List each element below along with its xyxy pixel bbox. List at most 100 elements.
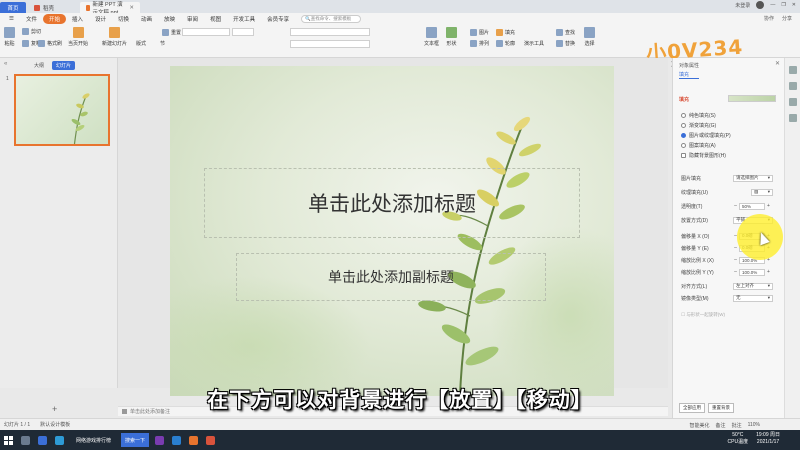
search-icon[interactable]: [21, 435, 30, 445]
star-icon[interactable]: [788, 98, 797, 106]
login-status[interactable]: 未登录: [735, 2, 750, 9]
tab-slides[interactable]: 幻灯片: [52, 61, 76, 70]
backup-icon[interactable]: [788, 114, 797, 122]
windows-start-icon[interactable]: [4, 435, 13, 445]
wps-icon[interactable]: [189, 435, 199, 445]
tab-document[interactable]: 新建 PPT 演示文稿.ppt✕: [80, 2, 140, 16]
zoom-level[interactable]: 110%: [748, 422, 760, 429]
slide-thumbnail[interactable]: [14, 74, 110, 146]
outline-button[interactable]: 轮廓: [496, 40, 515, 47]
menu-member[interactable]: 会员专享: [261, 15, 295, 23]
align-select[interactable]: 左上对齐 ▾: [733, 282, 773, 290]
texture-select[interactable]: ▨ ▾: [751, 188, 773, 196]
tab-home[interactable]: 首页: [0, 2, 26, 13]
menu-transition[interactable]: 切换: [112, 15, 135, 23]
taskbar-app-search[interactable]: 搜索一下: [121, 433, 150, 447]
minus-icon[interactable]: –: [733, 245, 738, 251]
menu-design[interactable]: 设计: [89, 15, 112, 23]
transparency-slider[interactable]: –50% +: [733, 202, 771, 210]
find-button[interactable]: 查找: [556, 29, 575, 36]
close-window-button[interactable]: ✕: [792, 2, 796, 8]
minus-icon[interactable]: –: [733, 269, 738, 275]
scale-y-value[interactable]: 100.0%: [739, 268, 765, 276]
weather[interactable]: 50°C CPU温度: [728, 432, 749, 446]
rotate-with-shape-checkbox[interactable]: ☐ 与形状一起旋转(W): [681, 312, 725, 318]
minimize-button[interactable]: —: [770, 2, 775, 8]
font-name-select[interactable]: [182, 28, 230, 36]
replace-button[interactable]: 替换: [556, 40, 575, 47]
paste-button[interactable]: 粘贴: [4, 27, 15, 47]
radio-picture-fill[interactable]: 图片或纹理填充(P): [681, 132, 731, 139]
menu-view[interactable]: 视图: [204, 15, 227, 23]
menu-file[interactable]: 文件: [20, 15, 43, 23]
scale-y-stepper[interactable]: –100.0% +: [733, 268, 771, 276]
textbox-button[interactable]: 文本框: [424, 27, 439, 47]
select-button[interactable]: 选择: [584, 27, 595, 47]
play-current-button[interactable]: 当页开始: [68, 27, 88, 47]
title-placeholder[interactable]: 单击此处添加标题: [204, 168, 580, 238]
photoshop-icon[interactable]: [172, 435, 182, 445]
mirror-select[interactable]: 无 ▾: [733, 294, 773, 302]
pointer-icon[interactable]: [788, 82, 797, 90]
fill-swatch[interactable]: [728, 95, 776, 102]
close-tab-icon[interactable]: ✕: [129, 5, 134, 11]
collapse-panel-icon[interactable]: «: [4, 61, 7, 67]
layout-button[interactable]: 版式: [136, 40, 146, 47]
clock[interactable]: 19:09 周日 2021/1/17: [756, 432, 780, 446]
command-search-input[interactable]: 🔍 查找命令、搜索模板: [301, 14, 362, 23]
panel-close-icon[interactable]: ✕: [775, 60, 780, 67]
arrange-button[interactable]: 排列: [470, 40, 489, 47]
new-slide-button[interactable]: 新建幻灯片: [102, 27, 127, 47]
alignment-tools[interactable]: [290, 40, 370, 48]
avatar[interactable]: [756, 1, 765, 9]
tab-fill[interactable]: 填充: [679, 71, 700, 79]
format-painter-button[interactable]: 格式刷: [38, 40, 62, 47]
picture-fill-select[interactable]: 请选择图片 ▾: [733, 174, 773, 182]
notes-toggle-button[interactable]: 备注: [716, 422, 726, 429]
menu-review[interactable]: 审阅: [181, 15, 204, 23]
subtitle-placeholder[interactable]: 单击此处添加副标题: [236, 253, 546, 301]
menu-home[interactable]: 开始: [42, 13, 66, 24]
cut-button[interactable]: 剪切: [22, 28, 41, 35]
menu-slideshow[interactable]: 放映: [158, 15, 181, 23]
smart-beautify-button[interactable]: 智能美化: [690, 422, 710, 429]
fill-button[interactable]: 填充: [496, 29, 515, 36]
minus-icon[interactable]: –: [733, 257, 738, 263]
transparency-value[interactable]: 50%: [739, 202, 765, 210]
select-icon: [584, 27, 595, 38]
share-button[interactable]: 分享: [782, 15, 792, 22]
radio-pattern-fill[interactable]: 图案填充(A): [681, 142, 716, 149]
slide[interactable]: 单击此处添加标题 单击此处添加副标题: [170, 66, 614, 396]
presentation-tools-button[interactable]: 演示工具: [524, 40, 544, 47]
menu-icon[interactable]: ☰: [3, 16, 20, 22]
tab-outline[interactable]: 大纲: [30, 61, 48, 70]
reset-button[interactable]: 重置: [162, 29, 181, 36]
collab-button[interactable]: 协作: [764, 15, 774, 22]
taskbar-app-browser[interactable]: 网络游戏排行榜: [72, 433, 115, 447]
record-icon[interactable]: [206, 435, 216, 445]
paragraph-tools[interactable]: [290, 28, 370, 36]
menu-animation[interactable]: 动画: [135, 15, 158, 23]
tab-docer[interactable]: 稻壳: [28, 2, 78, 13]
radio-label: 图案填充(A): [689, 143, 716, 149]
edge-icon[interactable]: [55, 435, 64, 445]
section-button[interactable]: 节: [160, 40, 165, 47]
property-icon[interactable]: [788, 66, 797, 74]
comment-button[interactable]: 批注: [732, 422, 742, 429]
image-button[interactable]: 图片: [470, 29, 489, 36]
maximize-button[interactable]: ❐: [781, 2, 785, 8]
shape-button[interactable]: 形状: [446, 27, 457, 47]
plus-icon[interactable]: +: [766, 269, 771, 275]
task-view-icon[interactable]: [38, 435, 47, 445]
menu-insert[interactable]: 插入: [66, 15, 89, 23]
radio-solid-fill[interactable]: 纯色填充(S): [681, 112, 716, 119]
tab-object-properties[interactable]: 对象属性: [679, 62, 699, 69]
radio-gradient-fill[interactable]: 渐变填充(G): [681, 122, 716, 129]
font-size-select[interactable]: [232, 28, 254, 36]
hide-background-checkbox[interactable]: 隐藏背景图形(H): [681, 152, 726, 159]
fill-section-title[interactable]: 填充: [679, 96, 689, 103]
minus-icon[interactable]: –: [733, 203, 738, 209]
plus-icon[interactable]: +: [766, 203, 771, 209]
premiere-icon[interactable]: [155, 435, 165, 445]
menu-developer[interactable]: 开发工具: [227, 15, 261, 23]
